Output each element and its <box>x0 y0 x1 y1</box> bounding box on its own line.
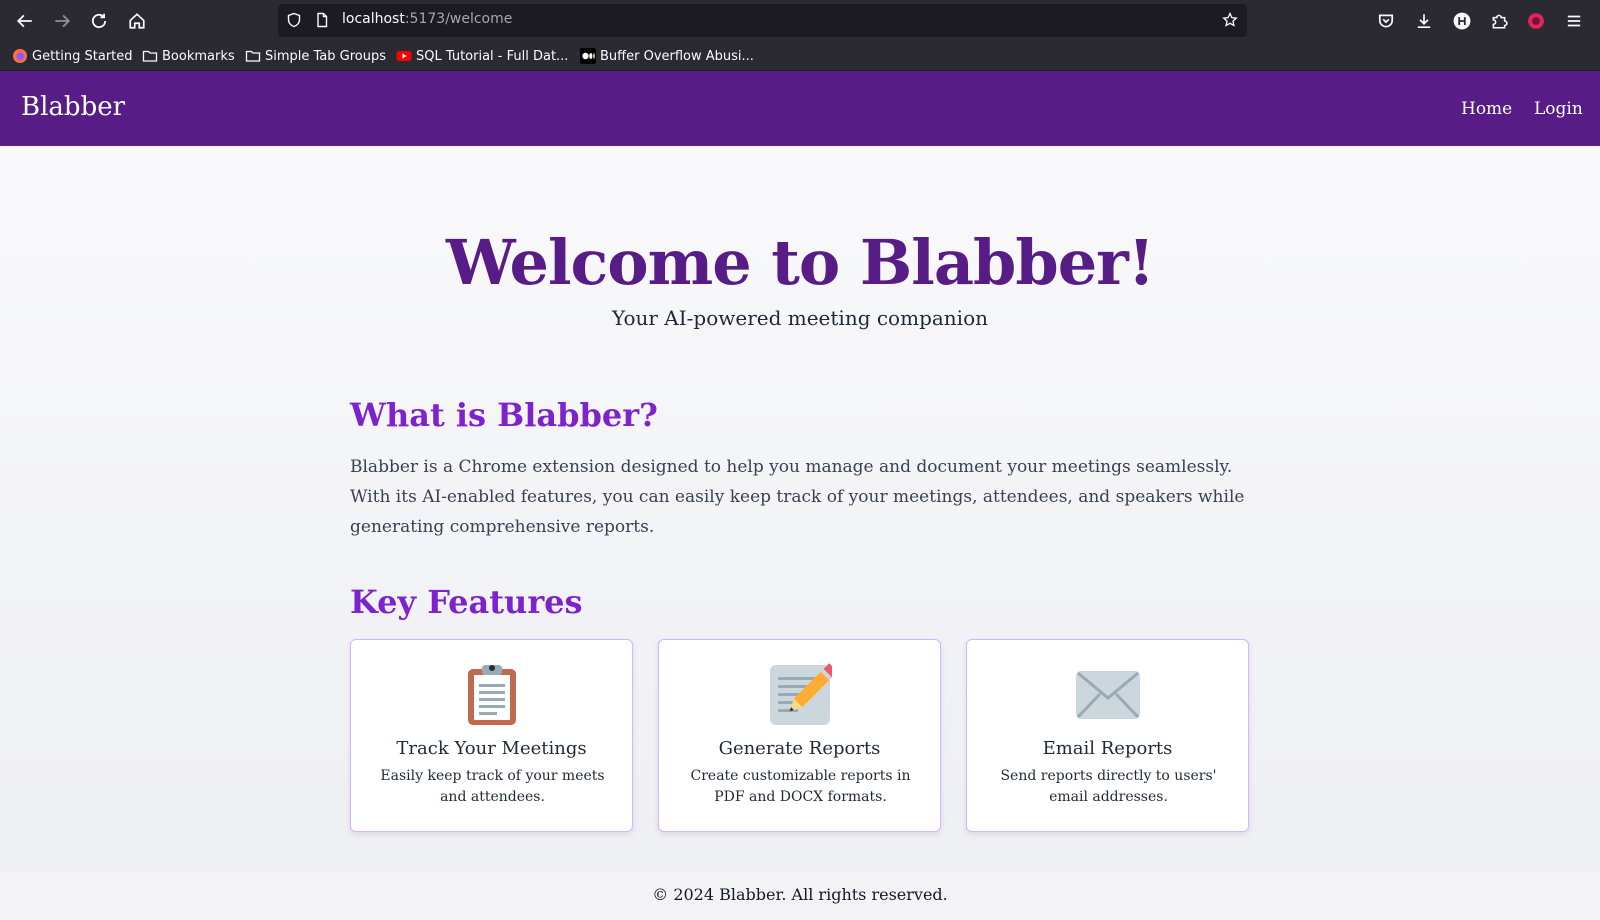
shield-icon[interactable] <box>286 12 304 30</box>
feature-description: Create customizable reports in PDF and D… <box>690 768 911 805</box>
home-icon[interactable] <box>124 8 150 34</box>
extension-red-icon[interactable] <box>1523 8 1549 34</box>
feature-card-email-reports: Email Reports Send reports directly to u… <box>966 639 1249 832</box>
bookmark-label: Buffer Overflow Abusi... <box>600 48 754 64</box>
bookmark-label: Bookmarks <box>162 48 235 64</box>
pocket-icon[interactable] <box>1373 8 1399 34</box>
hero-subtitle: Your AI-powered meeting companion <box>611 306 988 330</box>
folder-icon <box>142 48 158 64</box>
url-bar[interactable]: localhost:5173/welcome <box>278 4 1247 37</box>
feature-title: Track Your Meetings <box>396 738 587 759</box>
url-host: localhost <box>342 11 405 27</box>
back-arrow-icon[interactable] <box>12 8 38 34</box>
medium-icon <box>580 48 596 64</box>
bookmarks-bar: Getting Started Bookmarks Simple Tab Gro… <box>0 41 1600 71</box>
bookmark-label: Simple Tab Groups <box>265 48 387 64</box>
reload-icon[interactable] <box>86 8 112 34</box>
nav-link-login[interactable]: Login <box>1534 99 1583 119</box>
youtube-icon <box>396 48 412 64</box>
bookmark-label: SQL Tutorial - Full Dat... <box>416 48 569 64</box>
about-paragraph: Blabber is a Chrome extension designed t… <box>350 457 1245 537</box>
feature-title: Generate Reports <box>718 738 881 759</box>
page-info-icon[interactable] <box>314 12 332 30</box>
footer-copyright: © 2024 Blabber. All rights reserved. <box>652 885 948 904</box>
browser-toolbar: localhost:5173/welcome <box>0 0 1600 41</box>
feature-description: Send reports directly to users' email ad… <box>1000 768 1217 805</box>
feature-title: Email Reports <box>1042 738 1173 759</box>
feature-description: Easily keep track of your meets and atte… <box>380 768 605 805</box>
app-navbar: Blabber Home Login <box>0 71 1600 146</box>
feature-card-generate-reports: Generate Reports Create customizable rep… <box>658 639 941 832</box>
features-heading: Key Features <box>350 583 583 621</box>
account-avatar-icon[interactable] <box>1449 8 1475 34</box>
download-icon[interactable] <box>1411 8 1437 34</box>
hamburger-menu-icon[interactable] <box>1561 8 1587 34</box>
about-heading: What is Blabber? <box>350 396 658 434</box>
clipboard-icon <box>351 660 632 730</box>
url-text[interactable]: localhost:5173/welcome <box>342 11 512 27</box>
firefox-icon <box>12 48 28 64</box>
memo-pencil-icon <box>659 660 940 730</box>
bookmark-getting-started[interactable]: Getting Started <box>12 47 133 65</box>
main-content: Welcome to Blabber! Your AI-powered meet… <box>0 146 1600 871</box>
bookmark-sql-tutorial[interactable]: SQL Tutorial - Full Dat... <box>396 47 568 65</box>
brand-logo-text[interactable]: Blabber <box>21 92 125 122</box>
nav-link-home[interactable]: Home <box>1461 99 1512 119</box>
hero-title: Welcome to Blabber! <box>445 226 1155 299</box>
extensions-puzzle-icon[interactable] <box>1486 8 1512 34</box>
bookmark-folder-bookmarks[interactable]: Bookmarks <box>142 47 235 65</box>
footer: © 2024 Blabber. All rights reserved. <box>0 871 1600 920</box>
bookmark-buffer-overflow[interactable]: Buffer Overflow Abusi... <box>580 47 754 65</box>
envelope-icon <box>967 660 1248 730</box>
bookmark-label: Getting Started <box>32 48 133 64</box>
bookmark-folder-simple-tab-groups[interactable]: Simple Tab Groups <box>245 47 386 65</box>
folder-icon <box>245 48 261 64</box>
star-bookmark-icon[interactable] <box>1222 11 1240 30</box>
forward-arrow-icon[interactable] <box>49 8 75 34</box>
feature-card-track-meetings: Track Your Meetings Easily keep track of… <box>350 639 633 832</box>
url-path: :5173/welcome <box>404 11 513 27</box>
